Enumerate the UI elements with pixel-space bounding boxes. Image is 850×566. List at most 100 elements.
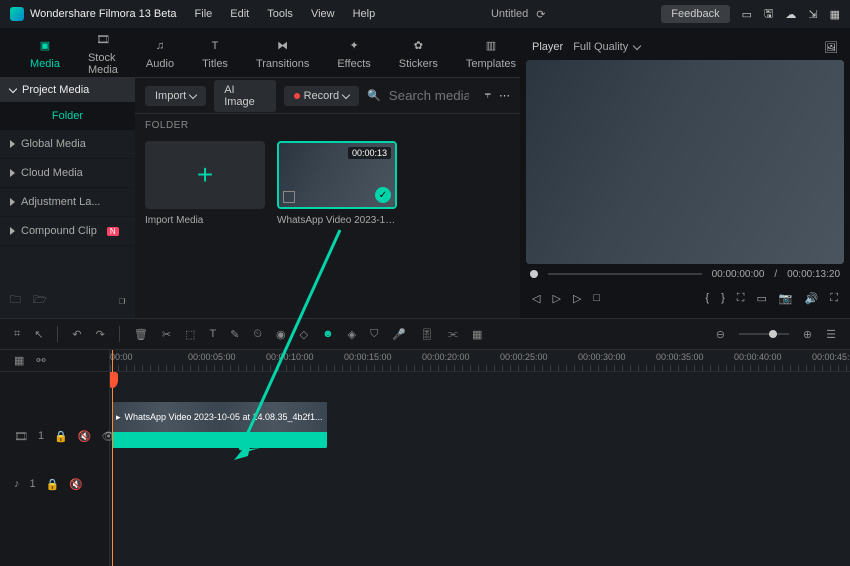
timeline-clip[interactable]: WhatsApp Video 2023-10-05 at 14.08.35_4b… <box>112 402 327 448</box>
sidebar-cloud-media[interactable]: Cloud Media <box>0 159 135 188</box>
mute-icon[interactable]: 🔇 <box>78 430 92 443</box>
match-icon[interactable]: ⌗ <box>14 328 20 341</box>
sidebar-compound-clip[interactable]: Compound Clip N <box>0 217 135 246</box>
filter-icon[interactable]: ⫧ <box>485 89 491 102</box>
sidebar-global-media[interactable]: Global Media <box>0 130 135 159</box>
chevron-down-icon <box>9 85 17 93</box>
menu-tools[interactable]: Tools <box>267 8 293 20</box>
tab-stock-media[interactable]: 🎞 Stock Media <box>88 30 118 76</box>
scrub-bar[interactable] <box>548 273 702 275</box>
playhead[interactable] <box>112 350 113 566</box>
redo-icon[interactable]: ↷ <box>96 328 105 341</box>
cloud-icon[interactable]: ☁ <box>785 8 796 21</box>
mixer-icon[interactable]: 🎚 <box>420 328 434 341</box>
speed-icon[interactable]: ⏲ <box>253 328 262 341</box>
menu-edit[interactable]: Edit <box>230 8 249 20</box>
timeline-options-icon[interactable]: ▦ <box>14 354 24 367</box>
zoom-out-button[interactable]: ⊖ <box>716 328 725 341</box>
zoom-slider[interactable] <box>739 333 789 335</box>
mark-out-button[interactable]: } <box>721 292 725 304</box>
menu-help[interactable]: Help <box>353 8 376 20</box>
sidebar-folder[interactable]: Folder <box>0 102 135 130</box>
audio-track-icon: ♪ <box>14 478 20 490</box>
new-folder-icon[interactable]: 🗀 <box>10 291 21 310</box>
zoom-in-button[interactable]: ⊕ <box>803 328 812 341</box>
ai-image-button[interactable]: AI Image <box>214 80 275 112</box>
sidebar-adjustment[interactable]: Adjustment La... <box>0 188 135 217</box>
media-clip[interactable]: 00:00:13 ✓ WhatsApp Video 2023-10-05... <box>277 141 397 226</box>
tab-stickers[interactable]: ✿ Stickers <box>399 36 438 70</box>
tab-media[interactable]: ▣ Media <box>30 36 60 70</box>
quality-selector[interactable]: Full Quality <box>573 41 640 53</box>
ai-icon[interactable]: ☻ <box>322 328 334 340</box>
playhead-dot[interactable] <box>530 270 538 278</box>
mic-icon[interactable]: 🎤 <box>392 328 406 341</box>
layout-icon[interactable]: ▭ <box>742 8 752 21</box>
group-icon[interactable]: ⫘ <box>448 328 458 341</box>
tab-titles[interactable]: T Titles <box>202 36 228 70</box>
shield-icon[interactable]: ⛉ <box>370 328 378 341</box>
chevron-right-icon <box>10 198 15 206</box>
cut-icon[interactable]: ✂ <box>162 328 171 341</box>
keyframe-icon[interactable]: ◇ <box>300 328 308 341</box>
menu-view[interactable]: View <box>311 8 335 20</box>
ruler-mark: 00:00:45:00 <box>812 352 850 362</box>
search-icon[interactable]: 🔍 <box>367 89 381 102</box>
clip-label: WhatsApp Video 2023-10-05 at 14.08.35_4b… <box>112 402 327 432</box>
render-icon[interactable]: ▦ <box>472 328 482 341</box>
crop-icon[interactable]: ⛶ <box>737 292 745 305</box>
next-button[interactable]: ▷ <box>573 292 581 305</box>
timeline-ruler[interactable]: 00:0000:00:05:0000:00:10:0000:00:15:0000… <box>110 350 850 372</box>
lock-icon[interactable]: 🔒 <box>54 430 68 443</box>
tab-audio[interactable]: ♫ Audio <box>146 36 174 70</box>
play-button[interactable]: ▷ <box>552 292 560 305</box>
new-bin-icon[interactable]: 🗁 <box>33 291 47 310</box>
tab-effects[interactable]: ✦ Effects <box>337 36 370 70</box>
video-track-header[interactable]: 🎞 1 🔒 🔇 👁 <box>0 412 109 460</box>
preview-viewport[interactable] <box>526 60 844 264</box>
audio-mute-icon[interactable]: 🔇 <box>69 478 83 491</box>
camera-icon[interactable]: 📷 <box>779 292 793 305</box>
prev-frame-button[interactable]: ◁ <box>532 292 540 305</box>
volume-icon[interactable]: 🔊 <box>805 292 819 305</box>
export-icon[interactable]: ⇲ <box>808 8 817 21</box>
undo-icon[interactable]: ↶ <box>72 328 81 341</box>
list-view-icon[interactable]: ☰ <box>826 328 836 341</box>
link-icon[interactable]: ⚯ <box>36 354 45 367</box>
chevron-right-icon <box>10 140 15 148</box>
delete-icon[interactable]: 🗑 <box>134 328 148 341</box>
audio-lock-icon[interactable]: 🔒 <box>46 478 60 491</box>
clip-duration: 00:00:13 <box>348 147 391 159</box>
import-button[interactable]: Import <box>145 86 206 106</box>
fullscreen-icon[interactable]: ⛶ <box>830 292 838 305</box>
stickers-icon: ✿ <box>408 36 428 56</box>
tab-transitions[interactable]: ⧓ Transitions <box>256 36 309 70</box>
sidebar-compound-label: Compound Clip <box>21 225 97 237</box>
more-icon[interactable]: ⋯ <box>499 89 510 102</box>
display-icon[interactable]: ▭ <box>756 292 766 305</box>
mark-icon[interactable]: ◈ <box>348 328 356 341</box>
search-input[interactable] <box>389 88 469 103</box>
pointer-icon[interactable]: ↖ <box>34 328 43 341</box>
mark-in-button[interactable]: { <box>705 292 709 304</box>
color-icon[interactable]: ◉ <box>276 328 286 341</box>
crop-tool-icon[interactable]: ⬚ <box>185 328 195 341</box>
ruler-mark: 00:00:05:00 <box>188 352 236 362</box>
save-icon[interactable]: 🖫 <box>764 5 773 24</box>
chevron-right-icon <box>10 169 15 177</box>
edit-icon[interactable]: ✎ <box>230 328 239 341</box>
tab-templates[interactable]: ▥ Templates <box>466 36 516 70</box>
text-icon[interactable]: T <box>209 328 216 340</box>
stop-button[interactable]: □ <box>593 292 600 304</box>
snapshot-icon[interactable]: 🖼 <box>824 41 838 54</box>
import-media-tile[interactable]: + Import Media <box>145 141 265 226</box>
sidebar-project-media[interactable]: Project Media <box>0 78 135 102</box>
audio-track-header[interactable]: ♪ 1 🔒 🔇 <box>0 460 109 508</box>
tab-effects-label: Effects <box>337 58 370 70</box>
grid-icon[interactable]: ▦ <box>830 8 840 21</box>
collapse-icon[interactable] <box>119 298 125 304</box>
menu-file[interactable]: File <box>195 8 213 20</box>
sync-icon[interactable]: ⟳ <box>536 8 545 21</box>
feedback-button[interactable]: Feedback <box>661 5 729 23</box>
record-button[interactable]: Record <box>284 86 359 106</box>
